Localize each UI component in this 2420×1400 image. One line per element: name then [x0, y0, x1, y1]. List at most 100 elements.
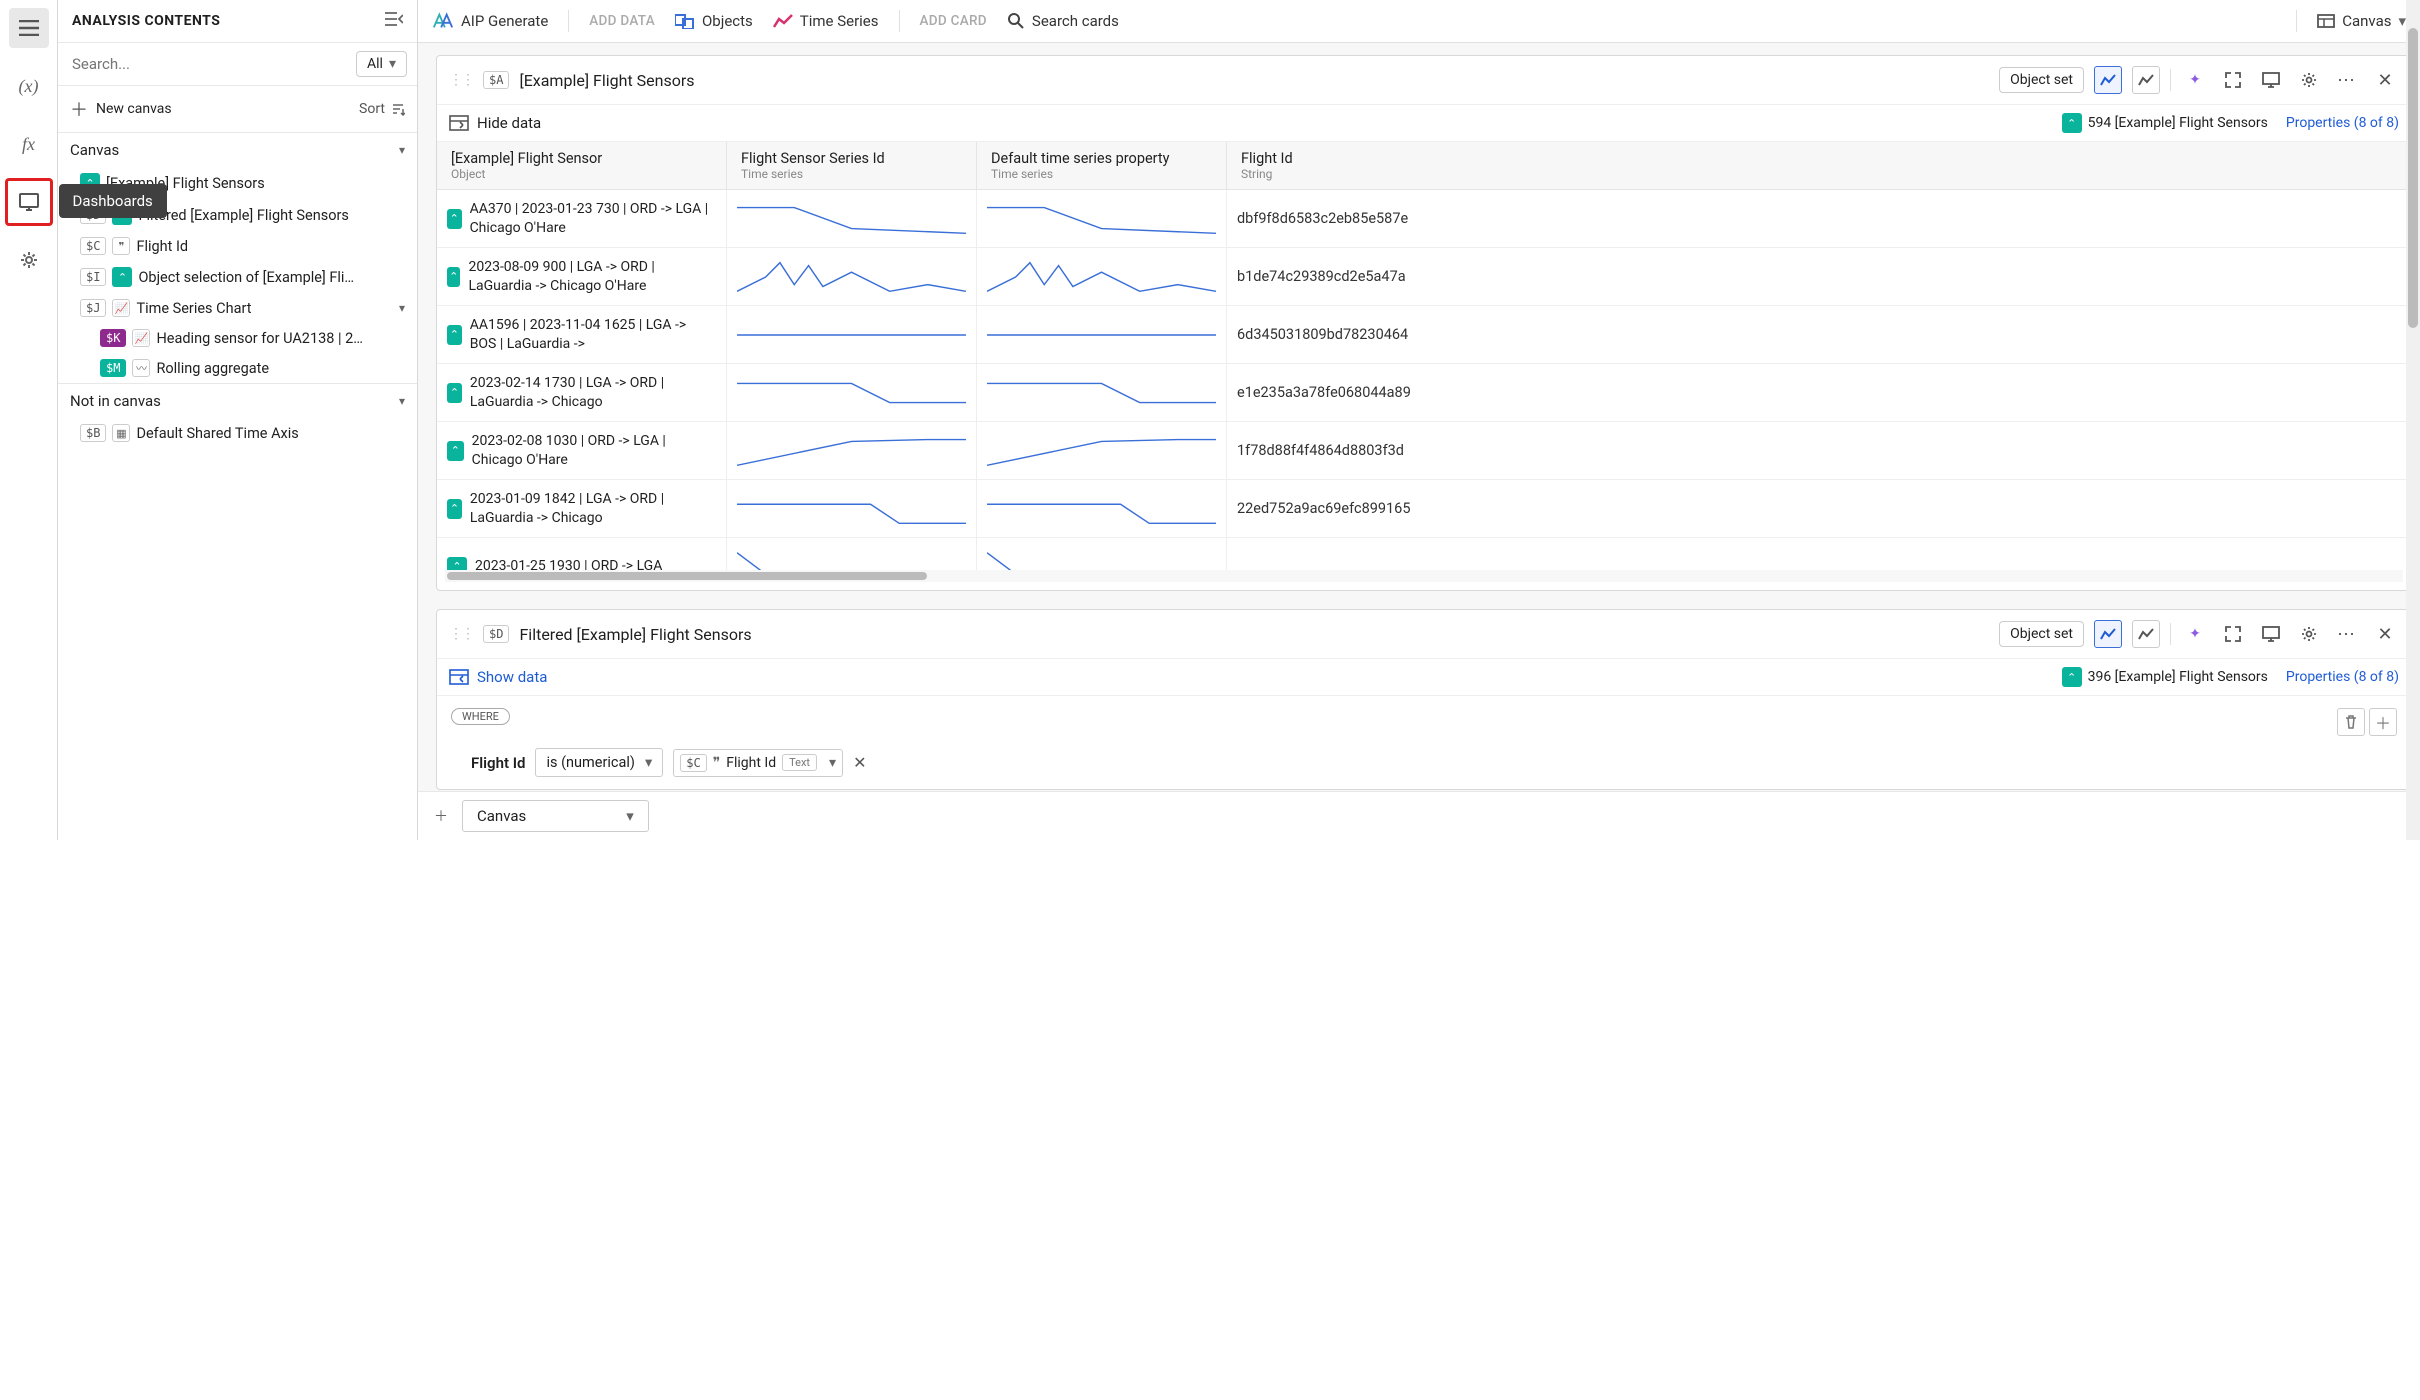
sensor-icon: ⌃ [112, 267, 132, 287]
present-icon[interactable] [2257, 620, 2285, 648]
filter-value-chip[interactable]: $C ❞ Flight Id Text ▾ [673, 749, 843, 777]
card-title: [Example] Flight Sensors [519, 71, 1989, 90]
sensor-icon: ⌃ [2062, 113, 2082, 133]
sensor-icon: ⌃ [447, 209, 462, 229]
time-series-button[interactable]: Time Series [773, 12, 879, 30]
close-icon[interactable]: ✕ [2371, 620, 2399, 648]
more-icon[interactable]: ⋯ [2333, 66, 2361, 94]
tree-item-b[interactable]: $B ▦ Default Shared Time Axis [58, 418, 417, 448]
tree-item-i[interactable]: $I ⌃ Object selection of [Example] Fli… [58, 261, 417, 293]
vertical-scrollbar[interactable] [2406, 0, 2420, 840]
hide-data-button[interactable]: Hide data [449, 114, 541, 132]
drag-handle-icon[interactable]: ⋮⋮ [449, 72, 473, 88]
fx-icon[interactable]: fx [9, 124, 49, 164]
column-header-flight-id[interactable]: Flight Id String [1227, 142, 2411, 189]
menu-icon[interactable] [9, 8, 49, 48]
count-badge: ⌃ 396 [Example] Flight Sensors [2062, 667, 2268, 687]
left-rail: (x) fx Dashboards [0, 0, 58, 840]
sensor-icon: ⌃ [447, 499, 462, 519]
table-row[interactable]: ⌃2023-08-09 900 | LGA -> ORD | LaGuardia… [437, 248, 2411, 306]
variable-icon[interactable]: (x) [9, 66, 49, 106]
chart-mode-line-icon[interactable] [2094, 620, 2122, 648]
column-header-series-id[interactable]: Flight Sensor Series Id Time series [727, 142, 977, 189]
sparkline [987, 315, 1216, 355]
tree-item-m[interactable]: $M 〰 Rolling aggregate [58, 353, 417, 383]
tree-item-c[interactable]: $C ❞ Flight Id [58, 231, 417, 261]
tree-item-j[interactable]: $J 📈 Time Series Chart ▾ [58, 293, 417, 323]
table-row[interactable]: ⌃AA370 | 2023-01-23 730 | ORD -> LGA | C… [437, 190, 2411, 248]
collapse-sidebar-icon[interactable] [385, 12, 403, 30]
properties-link[interactable]: Properties (8 of 8) [2286, 115, 2399, 131]
sparkle-icon[interactable]: ✦ [2181, 620, 2209, 648]
gear-icon[interactable] [2295, 620, 2323, 648]
filter-all-dropdown[interactable]: All▾ [356, 51, 407, 77]
card-title: Filtered [Example] Flight Sensors [519, 625, 1989, 644]
filter-property-label: Flight Id [471, 754, 525, 772]
tree-group-not-in-canvas[interactable]: Not in canvas▾ [58, 384, 417, 418]
sparkline [987, 257, 1216, 297]
gear-icon[interactable] [2295, 66, 2323, 94]
column-header-default-ts[interactable]: Default time series property Time series [977, 142, 1227, 189]
chart-icon: 📈 [112, 299, 130, 317]
column-header-object[interactable]: [Example] Flight Sensor Object [437, 142, 727, 189]
where-tag: WHERE [451, 708, 510, 725]
line-icon: 〰 [132, 359, 150, 377]
show-data-button[interactable]: Show data [449, 668, 547, 686]
properties-link[interactable]: Properties (8 of 8) [2286, 669, 2399, 685]
sparkline [737, 199, 966, 239]
settings-icon[interactable] [9, 240, 49, 280]
sensor-icon: ⌃ [447, 557, 467, 571]
card-filtered-flight-sensors: ⋮⋮ $D Filtered [Example] Flight Sensors … [436, 609, 2412, 790]
sparkline [737, 373, 966, 413]
sidebar: ANALYSIS CONTENTS All▾ ＋ New canvas Sort… [58, 0, 418, 840]
chart-mode-bar-icon[interactable] [2132, 66, 2160, 94]
tree-item-k[interactable]: $K 📈 Heading sensor for UA2138 | 2… [58, 323, 417, 353]
sparkline [987, 373, 1216, 413]
table-row[interactable]: ⌃2023-02-14 1730 | LGA -> ORD | LaGuardi… [437, 364, 2411, 422]
add-canvas-tab-icon[interactable]: ＋ [430, 805, 452, 827]
canvas-footer: ＋ Canvas▾ [418, 791, 2420, 840]
tree-group-canvas[interactable]: Canvas▾ [58, 133, 417, 167]
sparkline [737, 257, 966, 297]
sparkline [987, 431, 1216, 471]
canvas-tab-dropdown[interactable]: Canvas▾ [462, 800, 649, 832]
toolbar: AIP Generate ADD DATA Objects Time Serie… [418, 0, 2420, 43]
table-row[interactable]: ⌃2023-02-08 1030 | ORD -> LGA | Chicago … [437, 422, 2411, 480]
add-filter-icon[interactable]: ＋ [2369, 708, 2397, 736]
chart-mode-bar-icon[interactable] [2132, 620, 2160, 648]
delete-filter-icon[interactable] [2337, 708, 2365, 736]
card-flight-sensors: ⋮⋮ $A [Example] Flight Sensors Object se… [436, 55, 2412, 591]
sparkline [737, 489, 966, 529]
more-icon[interactable]: ⋯ [2333, 620, 2361, 648]
aip-generate-button[interactable]: AIP Generate [432, 12, 548, 30]
filter-operator-dropdown[interactable]: is (numerical)▾ [535, 748, 663, 777]
expand-icon[interactable] [2219, 66, 2247, 94]
sparkline [987, 199, 1216, 239]
table-row[interactable]: ⌃2023-01-25 1930 | ORD -> LGA [437, 538, 2411, 570]
remove-filter-icon[interactable]: ✕ [853, 753, 866, 772]
sparkline [987, 489, 1216, 529]
canvas-view-dropdown[interactable]: Canvas ▾ [2317, 12, 2406, 30]
present-icon[interactable] [2257, 66, 2285, 94]
sort-button[interactable]: Sort [359, 101, 405, 117]
expand-icon[interactable] [2219, 620, 2247, 648]
chart-mode-line-icon[interactable] [2094, 66, 2122, 94]
object-set-button[interactable]: Object set [1999, 67, 2084, 93]
table-row[interactable]: ⌃AA1596 | 2023-11-04 1625 | LGA -> BOS |… [437, 306, 2411, 364]
search-cards-button[interactable]: Search cards [1007, 12, 1119, 30]
sidebar-search-input[interactable] [68, 51, 348, 77]
object-set-button[interactable]: Object set [1999, 621, 2084, 647]
table-row[interactable]: ⌃2023-01-09 1842 | LGA -> ORD | LaGuardi… [437, 480, 2411, 538]
horizontal-scrollbar[interactable] [445, 570, 2403, 582]
sensor-icon: ⌃ [2062, 667, 2082, 687]
add-card-label: ADD CARD [920, 13, 987, 29]
drag-handle-icon[interactable]: ⋮⋮ [449, 626, 473, 642]
close-icon[interactable]: ✕ [2371, 66, 2399, 94]
sensor-icon: ⌃ [447, 325, 462, 345]
sparkle-icon[interactable]: ✦ [2181, 66, 2209, 94]
chart-icon: 📈 [132, 329, 150, 347]
new-canvas-button[interactable]: ＋ New canvas [70, 96, 172, 122]
objects-button[interactable]: Objects [675, 12, 753, 30]
count-badge: ⌃ 594 [Example] Flight Sensors [2062, 113, 2268, 133]
dashboards-icon[interactable]: Dashboards [9, 182, 49, 222]
